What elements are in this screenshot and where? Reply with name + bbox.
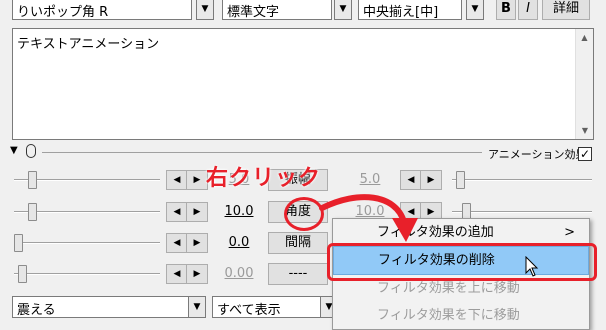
annotation-arrow-icon (319, 194, 418, 242)
spin-left-icon[interactable]: ◀ (166, 233, 188, 253)
display-select-value: すべて表示 (217, 303, 281, 318)
font-select[interactable]: りいポップ角 R (12, 0, 192, 20)
header-divider (42, 152, 482, 153)
effect-type-value: 震える (17, 303, 56, 318)
italic-button[interactable]: I (518, 0, 538, 20)
scroll-down-icon[interactable]: ▼ (576, 126, 594, 135)
param-left-track[interactable] (14, 242, 160, 244)
param-right-slider-thumb[interactable] (456, 171, 465, 189)
param-right-track[interactable] (452, 179, 592, 181)
style-select-value: 標準文字 (227, 5, 280, 20)
spin-left-icon[interactable]: ◀ (166, 264, 188, 284)
menu-item-label: フィルタ効果を下に移動 (377, 308, 520, 323)
spin-right-icon[interactable]: ▶ (186, 170, 208, 190)
annotation-highlight-box (327, 243, 597, 281)
mouse-icon (26, 144, 36, 158)
spin-left-icon[interactable]: ◀ (166, 202, 188, 222)
display-select[interactable]: すべて表示 (212, 296, 332, 318)
effect-enable-checkbox[interactable]: ✓ (578, 147, 592, 161)
style-select-arrow-icon[interactable]: ▼ (334, 0, 352, 20)
effect-header-title: アニメーション効果 (488, 148, 587, 161)
param-left-slider-thumb[interactable] (28, 171, 37, 189)
effect-type-arrow-icon[interactable]: ▼ (188, 296, 206, 318)
param-value[interactable]: 0.0 (216, 235, 262, 250)
collapse-icon[interactable]: ▼ (10, 145, 18, 156)
text-editor[interactable]: テキストアニメーション (12, 28, 594, 140)
param-right-track[interactable] (452, 211, 592, 213)
param-left-slider-thumb[interactable] (28, 203, 37, 221)
menu-item-move-down[interactable]: フィルタ効果を下に移動 (333, 302, 589, 329)
spin-left-icon[interactable]: ◀ (400, 170, 422, 190)
text-editor-scrollbar[interactable]: ▲ ▼ (575, 29, 593, 139)
spin-right-icon[interactable]: ▶ (186, 202, 208, 222)
align-select[interactable]: 中央揃え[中] (358, 0, 462, 20)
param-value[interactable]: 10.0 (216, 204, 262, 219)
mouse-cursor-icon (525, 256, 539, 277)
param-label-button[interactable]: ---- (268, 263, 328, 285)
menu-item-label: フィルタ効果を上に移動 (377, 281, 520, 296)
scroll-up-icon[interactable]: ▲ (576, 33, 593, 42)
spin-right-icon[interactable]: ▶ (420, 170, 442, 190)
spin-left-icon[interactable]: ◀ (166, 170, 188, 190)
font-select-value: りいポップ角 R (17, 5, 109, 20)
annotation-callout: 右クリック (206, 166, 322, 191)
param-right-value: 5.0 (359, 172, 381, 187)
param-value[interactable]: 0.00 (216, 266, 262, 281)
detail-button[interactable]: 詳細 (542, 0, 590, 20)
font-select-arrow-icon[interactable]: ▼ (196, 0, 214, 20)
param-left-slider-thumb[interactable] (14, 234, 23, 252)
align-select-arrow-icon[interactable]: ▼ (466, 0, 484, 20)
spin-right-icon[interactable]: ▶ (186, 264, 208, 284)
param-left-track[interactable] (14, 273, 160, 275)
spin-right-icon[interactable]: ▶ (186, 233, 208, 253)
align-select-value: 中央揃え[中] (363, 5, 439, 20)
submenu-arrow-icon: > (564, 225, 575, 240)
effect-type-select[interactable]: 震える (12, 296, 196, 318)
bold-button[interactable]: B (496, 0, 516, 20)
text-editor-value: テキストアニメーション (17, 37, 160, 52)
param-left-slider-thumb[interactable] (18, 265, 27, 283)
style-select[interactable]: 標準文字 (222, 0, 332, 20)
